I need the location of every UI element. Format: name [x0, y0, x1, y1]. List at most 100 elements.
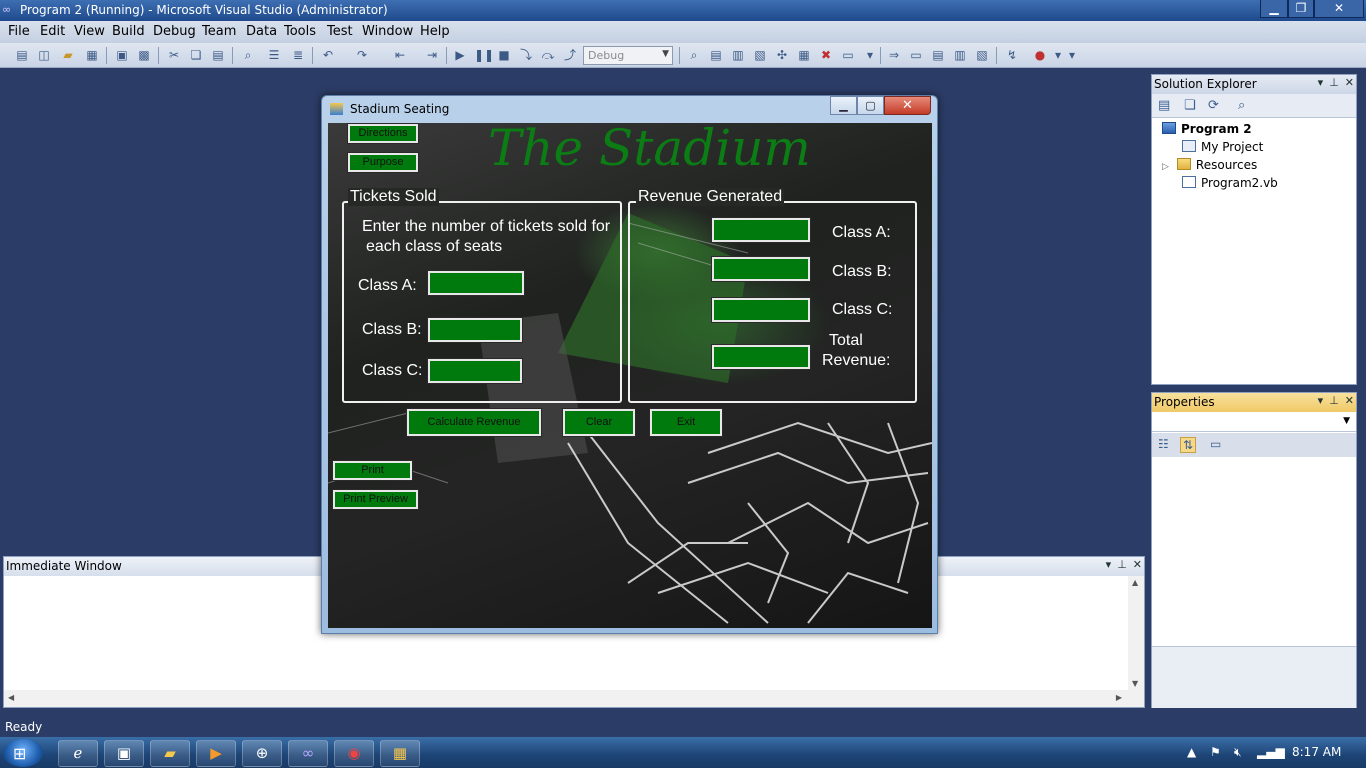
pause-icon[interactable]: ❚❚ — [474, 48, 494, 63]
chevron-down-icon[interactable]: ▾ — [1318, 394, 1324, 407]
immediate-window-icon[interactable]: ▭ — [908, 48, 924, 63]
save-icon[interactable]: ▣ — [114, 48, 130, 63]
tree-item-program2-vb[interactable]: Program2.vb — [1182, 176, 1278, 190]
start-debug-icon[interactable]: ▶ — [452, 48, 468, 63]
step-over-icon[interactable]: ⤼ — [540, 48, 556, 63]
chrome-icon[interactable]: ◉ — [334, 740, 374, 767]
cut-icon[interactable]: ✂ — [166, 48, 182, 63]
navigate-forward-icon[interactable]: ⇥ — [424, 48, 440, 63]
hp-icon[interactable]: ⊕ — [242, 740, 282, 767]
scroll-up-icon[interactable]: ▲ — [1132, 578, 1138, 587]
menu-edit[interactable]: Edit — [40, 24, 65, 39]
save-all-icon[interactable]: ▩ — [136, 48, 152, 63]
add-project-icon[interactable]: ▤ — [14, 48, 30, 63]
ie-icon[interactable]: ℯ — [58, 740, 98, 767]
redo-icon[interactable]: ↷ — [354, 48, 370, 63]
pin-icon[interactable]: ⊥ — [1117, 558, 1127, 571]
print-preview-button[interactable]: Print Preview — [332, 489, 419, 510]
uncomment-icon[interactable]: ≣ — [290, 48, 306, 63]
undo-icon[interactable]: ↶ — [320, 48, 336, 63]
media-player-icon[interactable]: ▶ — [196, 740, 236, 767]
open-file-icon[interactable]: ▰ — [60, 48, 76, 63]
tickets-class-b-input[interactable] — [427, 317, 523, 343]
tickets-class-a-input[interactable] — [427, 270, 525, 296]
add-item-icon[interactable]: ◫ — [36, 48, 52, 63]
maximize-button[interactable]: ▢ — [857, 96, 884, 115]
menu-test[interactable]: Test — [327, 24, 353, 39]
find-in-files-icon[interactable]: ⌕ — [686, 48, 702, 63]
action-center-icon[interactable]: ⚑ — [1210, 745, 1221, 759]
folder-icon[interactable]: ▰ — [150, 740, 190, 767]
scroll-right-icon[interactable]: ▶ — [1116, 693, 1122, 702]
maximize-button[interactable]: ❐ — [1288, 0, 1314, 18]
copy-icon[interactable]: ❏ — [188, 48, 204, 63]
menu-team[interactable]: Team — [202, 24, 236, 39]
comment-icon[interactable]: ☰ — [266, 48, 282, 63]
scroll-left-icon[interactable]: ◀ — [8, 693, 14, 702]
close-button[interactable]: ✕ — [1314, 0, 1364, 18]
hex-display-icon[interactable]: ↯ — [1004, 48, 1020, 63]
clear-button[interactable]: Clear — [562, 408, 636, 437]
menu-view[interactable]: View — [74, 24, 105, 39]
call-stack-icon[interactable]: ▧ — [974, 48, 990, 63]
solution-explorer-icon[interactable]: ▤ — [708, 48, 724, 63]
form-app-icon[interactable]: ▦ — [380, 740, 420, 767]
pin-icon[interactable]: ⊥ — [1329, 76, 1339, 89]
pin-icon[interactable]: ⊥ — [1329, 394, 1339, 407]
menu-help[interactable]: Help — [420, 24, 450, 39]
step-into-icon[interactable]: ⤵ — [518, 48, 534, 63]
horizontal-scrollbar[interactable]: ◀ ▶ — [4, 690, 1144, 707]
purpose-button[interactable]: Purpose — [347, 152, 419, 173]
minimize-button[interactable]: ▁ — [1260, 0, 1288, 18]
menu-debug[interactable]: Debug — [153, 24, 196, 39]
vertical-scrollbar[interactable]: ▲ ▼ — [1128, 576, 1144, 690]
close-icon[interactable]: ✕ — [1345, 394, 1354, 407]
close-icon[interactable]: ✕ — [1345, 76, 1354, 89]
properties-icon[interactable]: ▤ — [1158, 98, 1170, 113]
solution-configuration-select[interactable]: Debug ▼ — [583, 46, 673, 65]
tree-item-resources[interactable]: ▷ Resources — [1162, 158, 1257, 172]
menu-build[interactable]: Build — [112, 24, 145, 39]
run-to-cursor-icon[interactable]: ⇒ — [886, 48, 902, 63]
view-class-diagram-icon[interactable]: ⌕ — [1238, 98, 1245, 113]
show-all-files-icon[interactable]: ❏ — [1184, 98, 1196, 113]
chevron-down-icon[interactable]: ▾ — [1318, 76, 1324, 89]
output-window-icon[interactable]: ▭ — [840, 48, 856, 63]
menu-file[interactable]: File — [8, 24, 30, 39]
menu-window[interactable]: Window — [362, 24, 413, 39]
minimize-button[interactable]: ▁ — [830, 96, 857, 115]
refresh-icon[interactable]: ⟳ — [1208, 98, 1219, 113]
object-select[interactable]: ▼ — [1152, 413, 1356, 432]
breakpoints-icon[interactable]: ● — [1032, 48, 1048, 63]
property-pages-icon[interactable]: ▭ — [1210, 437, 1221, 451]
grid-icon[interactable]: ▦ — [84, 48, 100, 63]
chevron-down-icon[interactable]: ▾ — [1106, 558, 1112, 571]
stop-icon[interactable]: ■ — [496, 48, 512, 63]
alphabetical-icon[interactable]: ⇅ — [1180, 437, 1197, 453]
explorer-app-icon[interactable]: ▣ — [104, 740, 144, 767]
calculate-revenue-button[interactable]: Calculate Revenue — [406, 408, 542, 437]
paste-icon[interactable]: ▤ — [210, 48, 226, 63]
menu-tools[interactable]: Tools — [284, 24, 316, 39]
watch-icon[interactable]: ▥ — [952, 48, 968, 63]
navigate-back-icon[interactable]: ⇤ — [392, 48, 408, 63]
close-icon[interactable]: ✕ — [1133, 558, 1142, 571]
tree-item-my-project[interactable]: My Project — [1182, 140, 1263, 154]
scroll-down-icon[interactable]: ▼ — [1132, 679, 1138, 688]
properties-window-icon[interactable]: ▥ — [730, 48, 746, 63]
clock[interactable]: 8:17 AM — [1292, 745, 1341, 759]
exit-button[interactable]: Exit — [649, 408, 723, 437]
step-out-icon[interactable]: ⤴ — [562, 48, 578, 63]
toolbox-icon[interactable]: ✣ — [774, 48, 790, 63]
locals-icon[interactable]: ▤ — [930, 48, 946, 63]
visual-studio-icon[interactable]: ∞ — [288, 740, 328, 767]
find-icon[interactable]: ⌕ — [240, 48, 256, 63]
close-button[interactable]: ✕ — [884, 96, 931, 115]
volume-muted-icon[interactable]: 🔇︎ — [1234, 745, 1242, 760]
toolbar-options-icon[interactable]: ▾ — [862, 48, 878, 63]
tickets-class-c-input[interactable] — [427, 358, 523, 384]
start-button[interactable]: ⊞ — [3, 739, 43, 767]
error-list-icon[interactable]: ✖ — [818, 48, 834, 63]
expand-arrow-icon[interactable]: ▷ — [1162, 162, 1169, 172]
show-hidden-icons-icon[interactable]: ▲ — [1187, 745, 1196, 759]
